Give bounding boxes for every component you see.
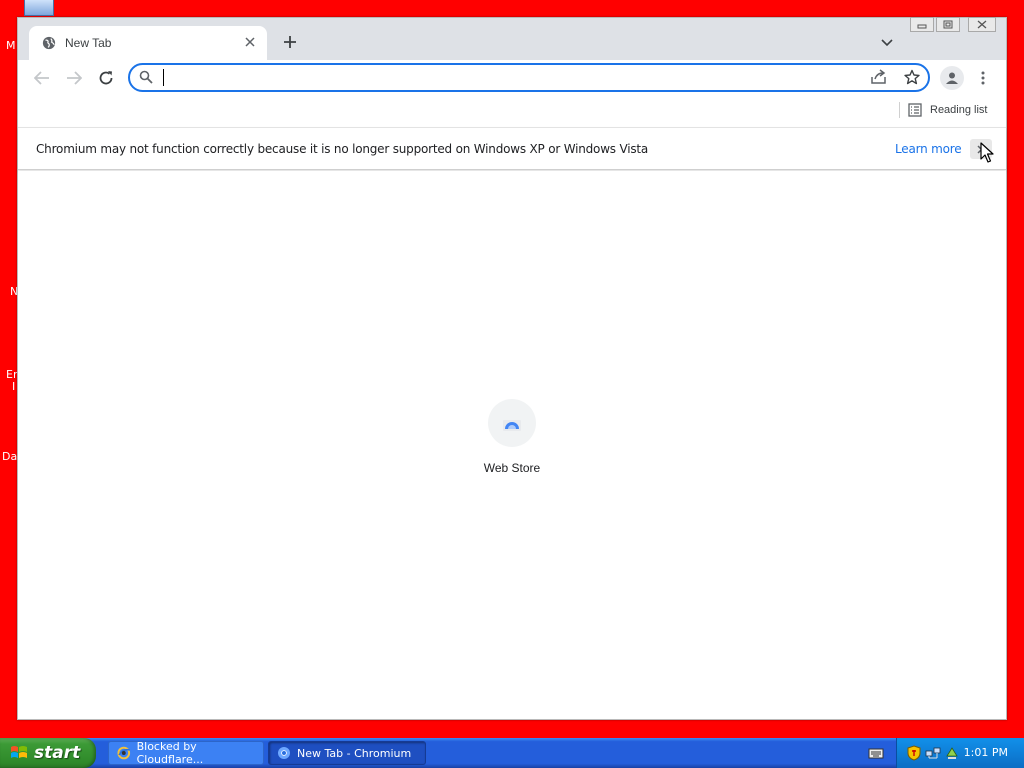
learn-more-link[interactable]: Learn more bbox=[895, 142, 962, 156]
reading-list-label: Reading list bbox=[930, 104, 988, 116]
infobar-message: Chromium may not function correctly beca… bbox=[36, 142, 649, 156]
star-icon[interactable] bbox=[904, 69, 920, 85]
close-icon bbox=[977, 20, 987, 29]
windows-logo-icon bbox=[11, 746, 27, 758]
text-cursor bbox=[163, 69, 164, 86]
keyboard-icon[interactable] bbox=[868, 747, 884, 759]
reading-list-button[interactable]: Reading list bbox=[908, 100, 987, 120]
system-tray: 1:01 PM bbox=[896, 738, 1024, 768]
more-vert-icon bbox=[981, 71, 985, 85]
taskbar: start Blocked by Cloudflare... New Tab -… bbox=[0, 738, 1024, 768]
minimize-icon bbox=[917, 24, 927, 28]
maximize-button[interactable] bbox=[936, 17, 960, 32]
close-icon bbox=[245, 37, 255, 47]
taskbar-item-chromium[interactable]: New Tab - Chromium bbox=[268, 741, 426, 765]
mouse-cursor-icon bbox=[980, 142, 994, 163]
security-shield-icon[interactable] bbox=[907, 745, 921, 761]
bookmark-bar: Reading list bbox=[18, 96, 1006, 126]
reload-button[interactable] bbox=[96, 68, 116, 88]
desktop-label-5: Da bbox=[2, 450, 18, 463]
arrow-left-icon bbox=[34, 71, 49, 85]
tab-strip: New Tab bbox=[18, 17, 1006, 60]
chevron-down-icon bbox=[881, 39, 893, 47]
plus-icon bbox=[284, 36, 296, 48]
search-icon bbox=[139, 70, 153, 84]
minimize-button[interactable] bbox=[910, 17, 934, 32]
chromium-icon bbox=[278, 747, 290, 759]
shortcut-web-store[interactable]: Web Store bbox=[468, 399, 556, 489]
address-bar[interactable] bbox=[128, 63, 930, 92]
taskbar-item-label: Blocked by Cloudflare... bbox=[136, 740, 204, 766]
browser-window: New Tab Reading list Chromium may not fu… bbox=[17, 17, 1007, 720]
close-window-button[interactable] bbox=[968, 17, 996, 32]
reload-icon bbox=[99, 71, 113, 85]
share-icon[interactable] bbox=[870, 69, 888, 85]
desktop-label-4: I bbox=[12, 380, 16, 393]
tab-close-button[interactable] bbox=[241, 33, 259, 51]
web-store-icon bbox=[503, 420, 521, 431]
address-input[interactable] bbox=[160, 67, 850, 88]
taskbar-item-label: New Tab - Chromium bbox=[297, 746, 412, 760]
menu-button[interactable] bbox=[976, 68, 990, 88]
restore-icon bbox=[943, 20, 953, 29]
start-button[interactable]: start bbox=[0, 738, 96, 768]
forward-button[interactable] bbox=[64, 68, 84, 88]
start-label: start bbox=[34, 743, 81, 763]
new-tab-button[interactable] bbox=[280, 32, 300, 52]
person-icon bbox=[946, 72, 958, 84]
desktop-label-1: M bbox=[6, 39, 16, 52]
clock: 1:01 PM bbox=[963, 746, 1008, 759]
taskbar-item-cloudflare[interactable]: Blocked by Cloudflare... bbox=[108, 740, 264, 766]
unsupported-os-infobar: Chromium may not function correctly beca… bbox=[18, 127, 1006, 170]
new-tab-page: Web Store bbox=[18, 171, 1006, 719]
back-button[interactable] bbox=[32, 68, 52, 88]
reading-list-icon bbox=[908, 103, 922, 117]
safely-remove-icon[interactable] bbox=[945, 746, 959, 760]
globe-icon bbox=[42, 36, 56, 50]
profile-button[interactable] bbox=[940, 66, 964, 90]
shortcut-label: Web Store bbox=[483, 461, 541, 475]
desktop-icon[interactable] bbox=[24, 0, 54, 16]
tab-new-tab[interactable]: New Tab bbox=[29, 26, 267, 60]
ie-icon bbox=[117, 746, 131, 760]
shortcut-tile bbox=[488, 399, 536, 447]
arrow-right-icon bbox=[67, 71, 82, 85]
network-icon[interactable] bbox=[925, 746, 941, 760]
toolbar bbox=[18, 60, 1006, 96]
tab-search-button[interactable] bbox=[878, 34, 896, 52]
bookmark-separator bbox=[899, 102, 900, 118]
tab-title: New Tab bbox=[65, 36, 112, 50]
